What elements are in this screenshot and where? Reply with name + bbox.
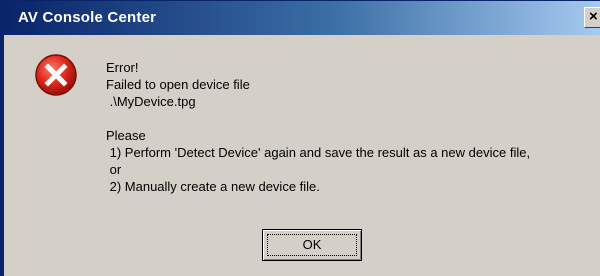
title-bar[interactable]: AV Console Center × bbox=[4, 1, 600, 35]
message-line: 1) Perform 'Detect Device' again and sav… bbox=[106, 145, 531, 160]
error-icon bbox=[35, 54, 77, 96]
close-button[interactable]: × bbox=[584, 7, 600, 28]
message-line: Failed to open device file bbox=[106, 77, 250, 92]
error-dialog: AV Console Center × Error! Failed to ope… bbox=[0, 0, 600, 276]
window-title: AV Console Center bbox=[18, 9, 157, 26]
message-line: Please bbox=[106, 128, 146, 143]
message-line bbox=[106, 110, 600, 127]
message-line: or bbox=[106, 162, 122, 177]
error-message: Error! Failed to open device file .\MyDe… bbox=[106, 59, 600, 195]
message-line: .\MyDevice.tpg bbox=[106, 94, 196, 109]
ok-button-label: OK bbox=[302, 237, 322, 252]
ok-button[interactable]: OK bbox=[262, 229, 362, 261]
close-icon: × bbox=[589, 8, 598, 25]
message-line: 2) Manually create a new device file. bbox=[106, 179, 320, 194]
message-line: Error! bbox=[106, 60, 139, 75]
